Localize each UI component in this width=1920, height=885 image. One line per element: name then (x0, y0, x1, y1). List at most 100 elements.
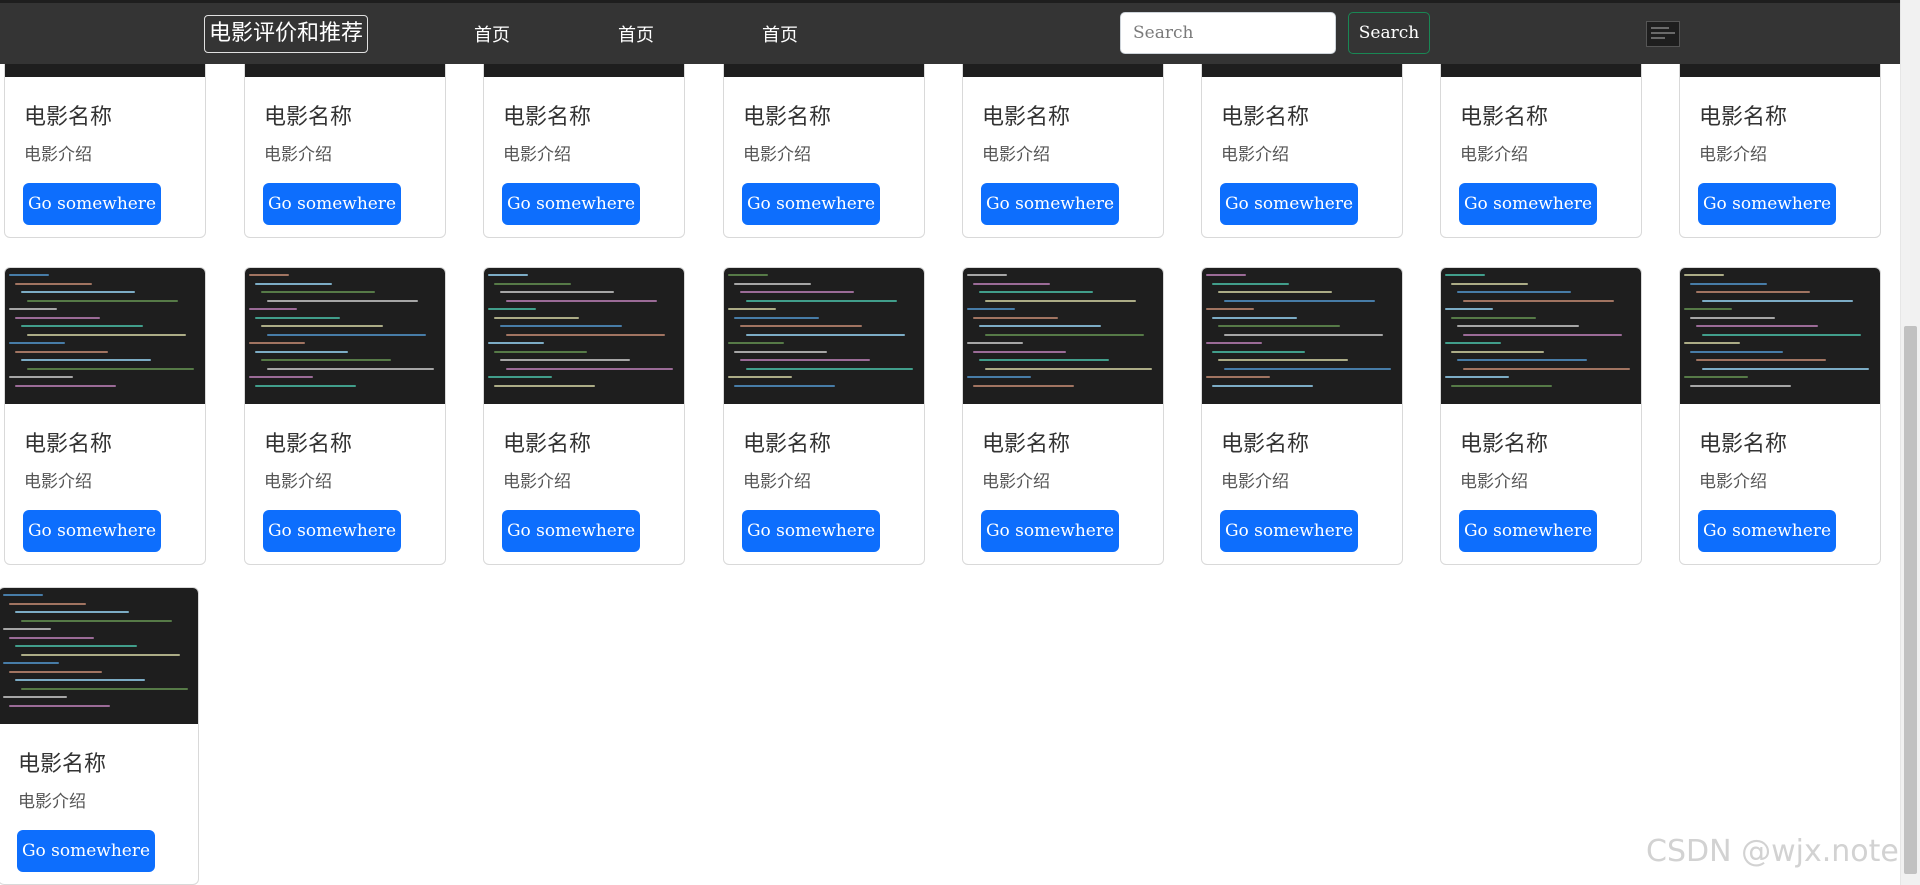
code-line (15, 282, 92, 285)
card-text: 电影介绍 (982, 145, 1050, 165)
code-line (506, 299, 657, 302)
code-line (15, 384, 116, 387)
code-line (1457, 359, 1587, 361)
go-somewhere-button[interactable]: Go somewhere (1698, 510, 1836, 552)
code-line (255, 316, 340, 319)
card-text: 电影介绍 (1699, 145, 1767, 165)
go-somewhere-button[interactable]: Go somewhere (1220, 183, 1358, 225)
code-line (1696, 359, 1826, 361)
code-line (1212, 384, 1313, 387)
nav-link-home-1[interactable]: 首页 (474, 21, 510, 47)
go-somewhere-button[interactable]: Go somewhere (17, 830, 155, 872)
code-line (1684, 308, 1732, 310)
code-line (985, 367, 1152, 370)
card-text: 电影介绍 (264, 145, 332, 165)
go-somewhere-button[interactable]: Go somewhere (1220, 510, 1358, 552)
code-line (1463, 333, 1622, 336)
vertical-scrollbar[interactable] (1900, 0, 1920, 885)
code-line (494, 282, 571, 285)
go-somewhere-button[interactable]: Go somewhere (263, 510, 401, 552)
code-line (21, 325, 143, 327)
code-line (1218, 359, 1348, 361)
go-somewhere-button[interactable]: Go somewhere (23, 510, 161, 552)
card-title: 电影名称 (264, 105, 353, 130)
code-line (488, 376, 552, 378)
code-line (1224, 367, 1391, 370)
code-line (27, 367, 194, 370)
go-somewhere-button[interactable]: Go somewhere (502, 183, 640, 225)
code-line (9, 376, 73, 378)
code-line (1224, 333, 1383, 336)
code-line (1224, 299, 1375, 302)
go-somewhere-button[interactable]: Go somewhere (23, 183, 161, 225)
nav-link-home-3[interactable]: 首页 (762, 21, 798, 47)
code-line (27, 333, 186, 336)
code-line (1206, 308, 1254, 310)
card-text: 电影介绍 (1221, 472, 1289, 492)
code-line (249, 274, 289, 276)
code-line (9, 274, 49, 276)
go-somewhere-button[interactable]: Go somewhere (981, 183, 1119, 225)
search-button[interactable]: Search (1348, 12, 1430, 54)
watermark: CSDN @wjx.note (1646, 834, 1899, 869)
go-somewhere-button[interactable]: Go somewhere (981, 510, 1119, 552)
code-line (255, 282, 332, 285)
card-title: 电影名称 (1460, 105, 1549, 130)
brand-title[interactable]: 电影评价和推荐 (204, 15, 369, 53)
code-line (3, 662, 59, 664)
movie-card: 电影名称 电影介绍 Go somewhere (483, 267, 685, 565)
code-line (1457, 325, 1579, 327)
code-line (985, 299, 1136, 302)
scrollbar-thumb[interactable] (1904, 326, 1917, 874)
code-line (15, 645, 137, 647)
code-line (1445, 376, 1509, 378)
code-line (746, 299, 897, 302)
go-somewhere-button[interactable]: Go somewhere (1459, 510, 1597, 552)
card-title: 电影名称 (264, 432, 353, 457)
code-line (3, 696, 67, 698)
go-somewhere-button[interactable]: Go somewhere (263, 183, 401, 225)
card-text: 电影介绍 (24, 472, 92, 492)
code-line (15, 611, 129, 613)
code-line (21, 291, 135, 293)
code-line (261, 291, 375, 293)
card-text: 电影介绍 (982, 472, 1050, 492)
code-line (973, 350, 1066, 353)
code-line (255, 350, 348, 353)
card-title: 电影名称 (743, 432, 832, 457)
movie-card: 电影名称 电影介绍 Go somewhere (244, 267, 446, 565)
code-line (261, 359, 391, 361)
go-somewhere-button[interactable]: Go somewhere (1459, 183, 1597, 225)
code-line (267, 333, 426, 336)
code-line (1702, 367, 1869, 370)
code-line (1212, 350, 1305, 353)
code-line (506, 367, 673, 370)
card-image (963, 268, 1163, 404)
code-line (979, 359, 1109, 361)
code-line (500, 291, 614, 293)
search-input[interactable] (1120, 12, 1336, 54)
card-image (1441, 268, 1641, 404)
code-line (255, 384, 356, 387)
card-image (1202, 268, 1402, 404)
code-line (1212, 316, 1297, 319)
nav-link-home-2[interactable]: 首页 (618, 21, 654, 47)
card-grid: 电影名称 电影介绍 Go somewhere 电影名称 电影介绍 Go somewhere… (0, 0, 1900, 885)
code-line (1463, 299, 1614, 302)
card-title: 电影名称 (1221, 432, 1310, 457)
go-somewhere-button[interactable]: Go somewhere (742, 510, 880, 552)
go-somewhere-button[interactable]: Go somewhere (742, 183, 880, 225)
code-line (506, 333, 665, 336)
code-line (1690, 350, 1783, 353)
go-somewhere-button[interactable]: Go somewhere (502, 510, 640, 552)
card-image (484, 268, 684, 404)
code-line (1218, 325, 1340, 327)
code-line (494, 350, 587, 353)
go-somewhere-button[interactable]: Go somewhere (1698, 183, 1836, 225)
card-text: 电影介绍 (1221, 145, 1289, 165)
code-line (979, 325, 1101, 327)
code-line (734, 282, 811, 285)
code-line (1684, 342, 1740, 344)
code-line (494, 316, 579, 319)
code-line (1696, 325, 1818, 327)
